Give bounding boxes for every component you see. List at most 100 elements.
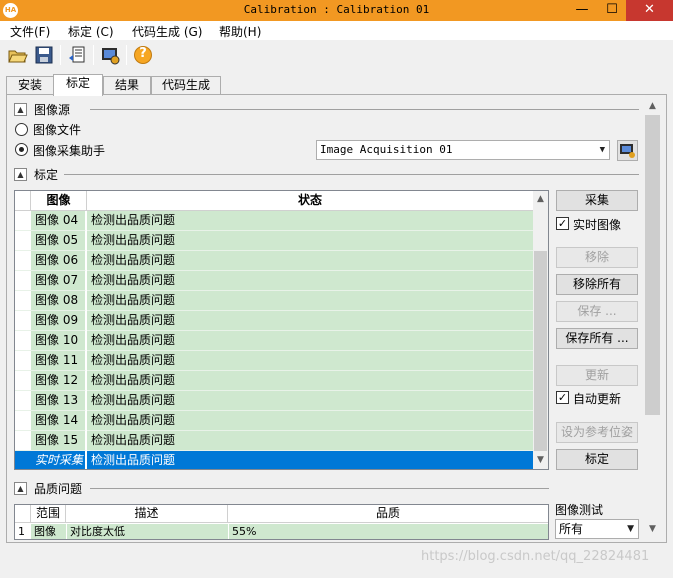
save-all-button[interactable]: 保存所有 ... [556,328,638,349]
table-row[interactable]: 图像 07 检测出品质问题 [15,271,533,291]
menu-calibrate[interactable]: 标定 (C) [68,23,114,40]
image-name-cell[interactable]: 图像 15 [31,431,86,451]
row-header[interactable] [15,331,31,351]
image-state-cell[interactable]: 检测出品质问题 [87,291,533,311]
scroll-up-arrow-icon[interactable]: ▲ [533,191,548,208]
image-state-cell[interactable]: 检测出品质问题 [87,211,533,231]
image-name-cell[interactable]: 图像 09 [31,311,86,331]
open-acquisition-assistant-button[interactable] [617,140,638,161]
table-row[interactable]: 图像 08 检测出品质问题 [15,291,533,311]
collapse-arrow-icon[interactable]: ▲ [14,103,27,116]
menu-help[interactable]: 帮助(H) [219,23,261,40]
title-bar[interactable]: HA Calibration : Calibration 01 — ☐ ✕ [0,0,673,21]
scroll-down-arrow-icon[interactable]: ▼ [644,521,661,538]
image-file-label[interactable]: 图像文件 [33,121,81,138]
table-row[interactable]: 实时采集 检测出品质问题 [15,451,533,469]
calibration-image-table[interactable]: 图像 状态 图像 04 检测出品质问题 图像 05 检测出品质问题 图像 06 检测出品质… [14,190,549,470]
close-button[interactable]: ✕ [626,0,673,21]
image-state-cell[interactable]: 检测出品质问题 [87,391,533,411]
live-image-label[interactable]: 实时图像 [573,216,621,233]
menu-file[interactable]: 文件(F) [10,23,50,40]
live-image-checkbox[interactable]: ✓ [556,217,569,230]
row-header[interactable] [15,411,31,431]
image-name-cell[interactable]: 图像 10 [31,331,86,351]
row-header[interactable] [15,351,31,371]
image-test-select[interactable]: 所有 ▼ [555,519,639,539]
image-state-cell[interactable]: 检测出品质问题 [87,451,533,469]
table-row[interactable]: 图像 05 检测出品质问题 [15,231,533,251]
calibrate-button[interactable]: 标定 [556,449,638,470]
image-state-cell[interactable]: 检测出品质问题 [87,431,533,451]
image-name-cell[interactable]: 图像 04 [31,211,86,231]
image-name-cell[interactable]: 图像 06 [31,251,86,271]
image-state-cell[interactable]: 检测出品质问题 [87,311,533,331]
row-header[interactable] [15,271,31,291]
table-row[interactable]: 图像 14 检测出品质问题 [15,411,533,431]
tab-results[interactable]: 结果 [103,76,151,95]
row-header[interactable] [15,431,31,451]
image-name-cell[interactable]: 实时采集 [31,451,86,469]
quality-issues-table[interactable]: 范围 描述 品质 1 图像 对比度太低 55% [14,504,549,540]
row-header[interactable] [15,211,31,231]
image-state-cell[interactable]: 检测出品质问题 [87,251,533,271]
image-state-cell[interactable]: 检测出品质问题 [87,371,533,391]
export-code-icon[interactable] [66,44,88,66]
scroll-down-arrow-icon[interactable]: ▼ [533,452,548,469]
row-header[interactable] [15,291,31,311]
tab-calibration[interactable]: 标定 [53,74,103,96]
save-disk-icon[interactable] [33,44,55,66]
acquisition-assistant-select[interactable]: Image Acquisition 01 ▼ [316,140,610,160]
quality-description-cell[interactable]: 对比度太低 [66,524,228,539]
image-name-cell[interactable]: 图像 08 [31,291,86,311]
save-button[interactable]: 保存 ... [556,301,638,322]
row-header[interactable] [15,251,31,271]
row-header[interactable] [15,311,31,331]
table-row[interactable]: 图像 12 检测出品质问题 [15,371,533,391]
table-row[interactable]: 图像 10 检测出品质问题 [15,331,533,351]
acquire-button[interactable]: 采集 [556,190,638,211]
tab-setup[interactable]: 安装 [6,76,54,95]
image-acquisition-icon[interactable] [99,44,121,66]
table-scrollbar[interactable]: ▲ ▼ [533,191,548,469]
image-acquisition-assistant-radio[interactable] [15,143,28,156]
image-name-cell[interactable]: 图像 05 [31,231,86,251]
image-state-cell[interactable]: 检测出品质问题 [87,411,533,431]
table-row[interactable]: 图像 15 检测出品质问题 [15,431,533,451]
quality-scope-cell[interactable]: 图像 [31,524,66,539]
row-header[interactable] [15,231,31,251]
tab-code-generation[interactable]: 代码生成 [151,76,221,95]
collapse-arrow-icon[interactable]: ▲ [14,482,27,495]
collapse-arrow-icon[interactable]: ▲ [14,168,27,181]
quality-value-cell[interactable]: 55% [228,524,548,539]
table-row[interactable]: 图像 06 检测出品质问题 [15,251,533,271]
menu-code-generation[interactable]: 代码生成 (G) [132,23,202,40]
image-name-cell[interactable]: 图像 13 [31,391,86,411]
image-name-cell[interactable]: 图像 12 [31,371,86,391]
table-row[interactable]: 图像 09 检测出品质问题 [15,311,533,331]
image-state-cell[interactable]: 检测出品质问题 [87,231,533,251]
image-name-cell[interactable]: 图像 07 [31,271,86,291]
panel-scrollbar[interactable]: ▲ ▼ [644,98,661,538]
set-reference-pose-button[interactable]: 设为参考位姿 [556,422,638,443]
auto-update-label[interactable]: 自动更新 [573,390,621,407]
table-row[interactable]: 图像 13 检测出品质问题 [15,391,533,411]
update-button[interactable]: 更新 [556,365,638,386]
column-header-scope[interactable]: 范围 [31,505,66,523]
table-row[interactable]: 图像 04 检测出品质问题 [15,211,533,231]
row-header[interactable] [15,451,31,469]
remove-button[interactable]: 移除 [556,247,638,268]
minimize-button[interactable]: — [567,0,597,21]
row-header[interactable] [15,391,31,411]
scroll-up-arrow-icon[interactable]: ▲ [644,98,661,115]
remove-all-button[interactable]: 移除所有 [556,274,638,295]
image-acquisition-assistant-label[interactable]: 图像采集助手 [33,142,105,159]
table-row[interactable]: 图像 11 检测出品质问题 [15,351,533,371]
column-header-image[interactable]: 图像 [31,191,87,211]
scrollbar-thumb[interactable] [645,115,660,415]
help-icon[interactable]: ? [132,44,154,66]
image-state-cell[interactable]: 检测出品质问题 [87,351,533,371]
column-header-state[interactable]: 状态 [87,191,533,211]
column-header-description[interactable]: 描述 [66,505,228,523]
image-name-cell[interactable]: 图像 11 [31,351,86,371]
auto-update-checkbox[interactable]: ✓ [556,391,569,404]
